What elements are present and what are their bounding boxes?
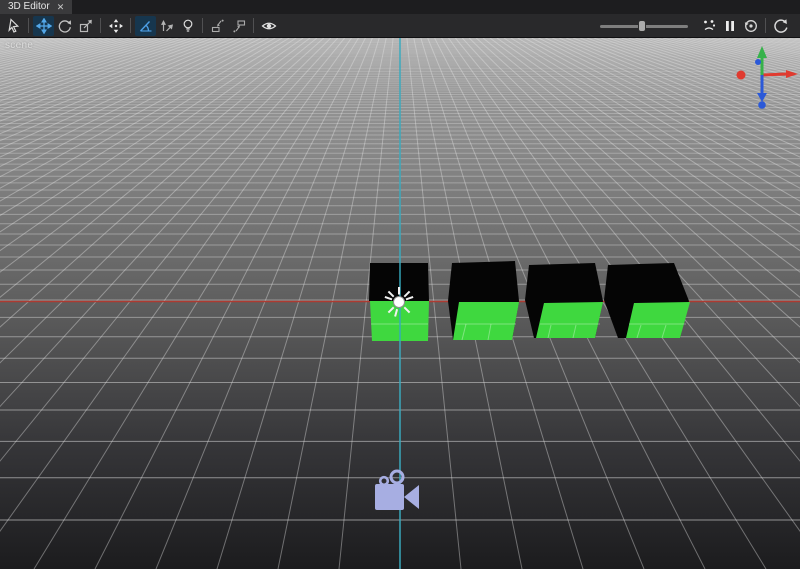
axis-z-ball — [755, 59, 761, 65]
tab-close-icon[interactable]: ✕ — [57, 0, 65, 14]
tool-visibility-button[interactable] — [258, 16, 279, 36]
snap-view-icon — [231, 18, 247, 34]
toolbar-separator — [253, 18, 254, 33]
branch-arrows-icon — [159, 18, 175, 34]
tool-rotate-button[interactable] — [54, 16, 75, 36]
reset-arrow-icon — [773, 18, 789, 34]
expand-arrows-icon — [108, 18, 124, 34]
cube-3[interactable] — [525, 263, 603, 338]
tool-reset-view-button[interactable] — [770, 16, 791, 36]
tool-pause-button[interactable] — [719, 16, 740, 36]
3d-viewport[interactable]: scene — [0, 38, 800, 569]
move-arrows-icon — [36, 18, 52, 34]
eye-icon — [261, 18, 277, 34]
toolbar — [0, 14, 800, 38]
tool-particles-button[interactable] — [698, 16, 719, 36]
speed-slider[interactable] — [600, 19, 688, 33]
tool-move-button[interactable] — [33, 16, 54, 36]
history-clock-icon — [743, 18, 759, 34]
scale-box-icon — [78, 18, 94, 34]
tool-spread-button[interactable] — [156, 16, 177, 36]
angle-arc-icon — [138, 18, 154, 34]
toolbar-separator — [28, 18, 29, 33]
pause-bars-icon — [722, 18, 738, 34]
toolbar-left-group — [3, 16, 279, 36]
tool-free-transform-button[interactable] — [105, 16, 126, 36]
tool-align-view-button[interactable] — [228, 16, 249, 36]
tool-light-tool-button[interactable] — [177, 16, 198, 36]
3d-editor-window: 3D Editor ✕ scene — [0, 0, 800, 569]
tool-align-object-button[interactable] — [207, 16, 228, 36]
rotate-circle-icon — [57, 18, 73, 34]
tool-scale-button[interactable] — [75, 16, 96, 36]
slider-handle[interactable] — [638, 20, 646, 32]
particle-dots-icon — [701, 18, 717, 34]
toolbar-separator — [765, 18, 766, 33]
scene-canvas[interactable] — [0, 38, 800, 569]
axis-neg-x-ball — [737, 71, 746, 80]
axis-neg-y-ball — [758, 101, 766, 109]
toolbar-right-group — [596, 16, 797, 36]
tool-history-button[interactable] — [740, 16, 761, 36]
cursor-arrow-icon — [6, 18, 22, 34]
tab-bar: 3D Editor ✕ — [0, 0, 800, 14]
toolbar-separator — [202, 18, 203, 33]
toolbar-separator — [130, 18, 131, 33]
light-bulb-icon — [180, 18, 196, 34]
cube-2[interactable] — [448, 261, 519, 340]
cube-4[interactable] — [604, 263, 690, 338]
snap-object-icon — [210, 18, 226, 34]
tool-angle-snap-button[interactable] — [135, 16, 156, 36]
tab-3d-editor[interactable]: 3D Editor ✕ — [0, 0, 72, 14]
toolbar-separator — [100, 18, 101, 33]
scene-label: scene — [5, 40, 33, 51]
tab-label: 3D Editor — [8, 0, 50, 14]
tool-select-button[interactable] — [3, 16, 24, 36]
toolbar-right-buttons — [698, 16, 794, 36]
